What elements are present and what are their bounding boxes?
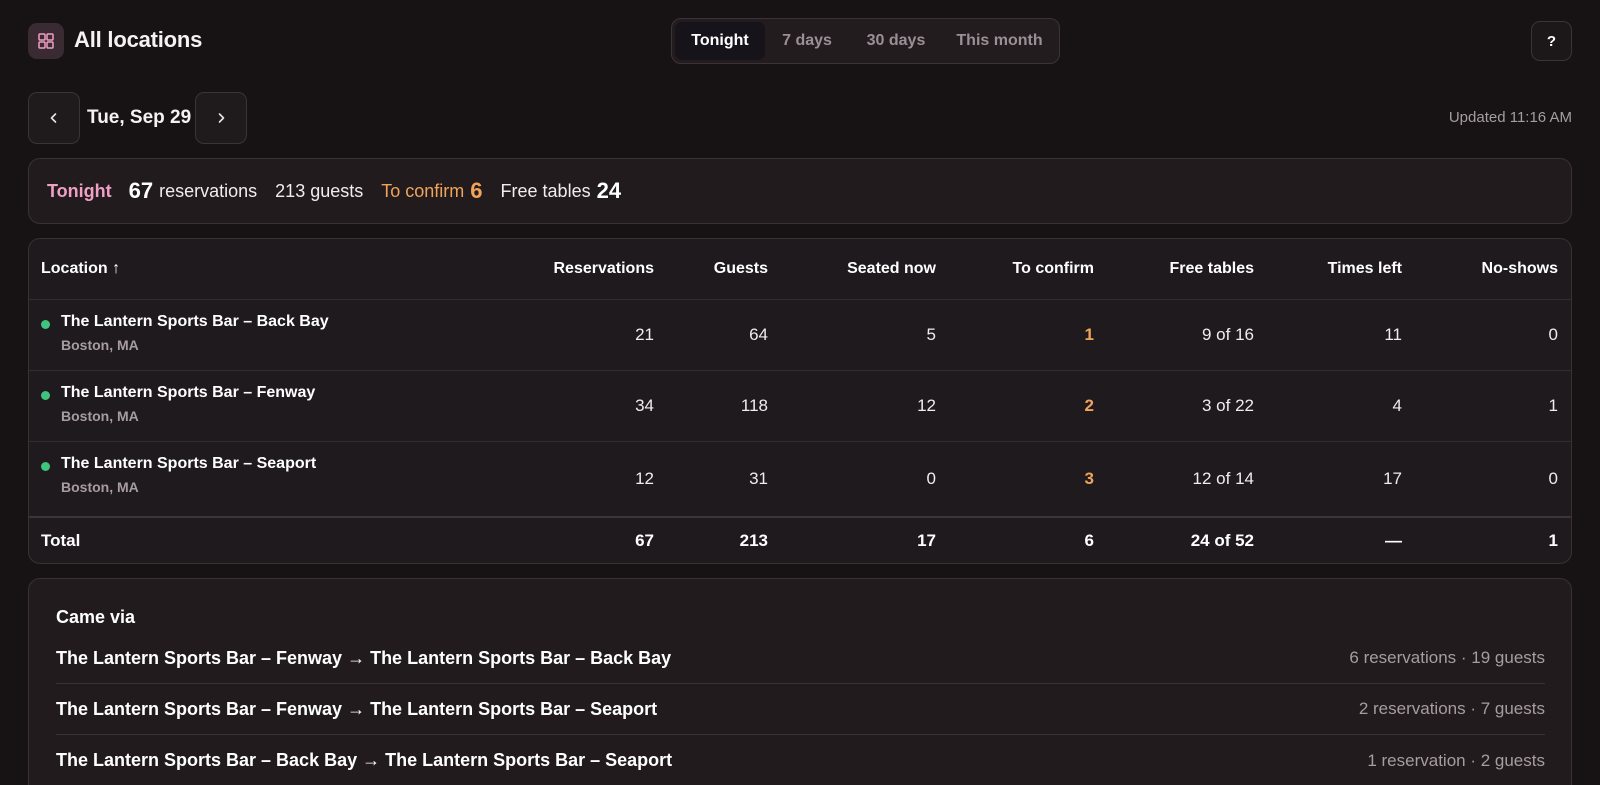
location-city: Boston, MA: [61, 408, 139, 424]
via-route: The Lantern Sports Bar – Back Bay → The …: [56, 750, 673, 770]
prev-day-button[interactable]: [28, 92, 80, 144]
summary-bar: Tonight 67 reservations 213 guests To co…: [28, 158, 1572, 224]
updated-timestamp: Updated 11:16 AM: [1448, 109, 1572, 126]
summary-reservations-label: reservations: [159, 180, 258, 201]
via-stat: 6 reservations · 19 guests: [1349, 648, 1545, 667]
guests-value: 64: [749, 325, 768, 344]
column-reservations[interactable]: Reservations: [554, 239, 655, 299]
total-guests: 213: [739, 531, 768, 550]
chevron-right-icon: [218, 113, 225, 123]
column-location-sort[interactable]: Location ↑: [41, 239, 120, 299]
column-free-tables[interactable]: Free tables: [1170, 239, 1254, 299]
help-button[interactable]: ?: [1531, 21, 1572, 61]
reservations-value: 12: [635, 468, 654, 488]
status-dot: [41, 320, 50, 329]
via-stat: 2 reservations · 7 guests: [1358, 699, 1545, 718]
location-name[interactable]: The Lantern Sports Bar – Back Bay: [61, 313, 329, 331]
list-item: The Lantern Sports Bar – Fenway → The La…: [56, 633, 1545, 684]
table-row[interactable]: The Lantern Sports Bar – Seaport Boston,…: [29, 442, 1571, 515]
summary-free-tables-label: Free tables: [500, 180, 591, 201]
total-label: Total: [41, 531, 81, 550]
column-times-left[interactable]: Times left: [1328, 239, 1402, 299]
list-item: The Lantern Sports Bar – Fenway → The La…: [56, 684, 1545, 735]
tab-7-days[interactable]: 7 days: [765, 22, 849, 60]
came-via-card: Came via The Lantern Sports Bar – Fenway…: [28, 578, 1572, 785]
summary-period-label: Tonight: [47, 180, 112, 201]
guests-value: 31: [749, 468, 768, 488]
via-route: The Lantern Sports Bar – Fenway → The La…: [56, 698, 658, 719]
total-reservations: 67: [635, 531, 654, 550]
via-stat: 1 reservation · 2 guests: [1367, 750, 1545, 770]
tab-this-month[interactable]: This month: [943, 22, 1056, 60]
seated-now-value: 12: [917, 396, 936, 415]
location-cell: The Lantern Sports Bar – Fenway Boston, …: [41, 384, 315, 424]
next-day-button[interactable]: [195, 92, 247, 144]
grid-icon: [28, 23, 64, 59]
tab-tonight[interactable]: Tonight: [675, 22, 765, 60]
column-to-confirm[interactable]: To confirm: [1013, 239, 1094, 299]
reservations-value: 21: [635, 325, 654, 344]
to-confirm-value[interactable]: 1: [1085, 300, 1094, 370]
reservations-value: 34: [635, 396, 654, 415]
seated-now-value: 5: [926, 325, 936, 344]
status-dot: [41, 391, 50, 400]
to-confirm-value[interactable]: 3: [1085, 442, 1094, 515]
came-via-title: Came via: [56, 607, 136, 627]
column-no-shows[interactable]: No-shows: [1482, 239, 1558, 299]
table-header: Location ↑ Reservations Guests Seated no…: [29, 239, 1571, 300]
summary-free-tables-value: 24: [596, 178, 622, 203]
dashboard-page: All locations Tonight 7 days 30 days Thi…: [0, 0, 1600, 785]
no-shows-value: 0: [1548, 468, 1558, 488]
page-title: All locations: [74, 27, 203, 52]
times-left-value: 4: [1392, 396, 1402, 415]
location-name[interactable]: The Lantern Sports Bar – Seaport: [61, 455, 316, 473]
total-free-tables: 24 of 52: [1190, 531, 1254, 550]
free-tables-value: 9 of 16: [1202, 325, 1254, 344]
status-dot: [41, 462, 50, 471]
total-times-left: —: [1385, 531, 1402, 550]
free-tables-value: 3 of 22: [1202, 396, 1254, 415]
summary-to-confirm-label: To confirm: [381, 180, 465, 201]
location-city: Boston, MA: [61, 337, 139, 353]
tab-30-days[interactable]: 30 days: [849, 22, 943, 60]
summary-guests: 213 guests: [275, 180, 364, 201]
column-seated-now[interactable]: Seated now: [847, 239, 936, 299]
summary-reservations-value: 67: [128, 178, 154, 203]
to-confirm-value[interactable]: 2: [1085, 371, 1094, 441]
via-route: The Lantern Sports Bar – Fenway → The La…: [56, 647, 672, 668]
list-item: The Lantern Sports Bar – Back Bay → The …: [56, 735, 1545, 785]
no-shows-value: 0: [1548, 325, 1558, 344]
total-seated-now: 17: [917, 531, 936, 550]
times-left-value: 11: [1384, 325, 1402, 344]
chevron-left-icon: [50, 113, 57, 123]
table-total-row: Total 67 213 17 6 24 of 52 — 1: [29, 516, 1571, 563]
table-row[interactable]: The Lantern Sports Bar – Fenway Boston, …: [29, 371, 1571, 442]
total-to-confirm: 6: [1084, 531, 1094, 550]
location-city: Boston, MA: [61, 479, 139, 495]
total-no-shows: 1: [1548, 531, 1558, 550]
location-cell: The Lantern Sports Bar – Back Bay Boston…: [41, 313, 329, 353]
location-cell: The Lantern Sports Bar – Seaport Boston,…: [41, 455, 316, 495]
period-tabs: Tonight 7 days 30 days This month: [671, 18, 1060, 64]
current-date: Tue, Sep 29: [87, 107, 192, 128]
column-guests[interactable]: Guests: [714, 239, 768, 299]
no-shows-value: 1: [1548, 396, 1558, 415]
locations-table: Location ↑ Reservations Guests Seated no…: [28, 238, 1572, 564]
summary-to-confirm-value: 6: [470, 178, 483, 203]
table-row[interactable]: The Lantern Sports Bar – Back Bay Boston…: [29, 300, 1571, 371]
location-name[interactable]: The Lantern Sports Bar – Fenway: [61, 384, 315, 402]
free-tables-value: 12 of 14: [1192, 468, 1254, 488]
seated-now-value: 0: [926, 468, 936, 488]
times-left-value: 17: [1383, 468, 1402, 488]
guests-value: 118: [740, 396, 768, 415]
